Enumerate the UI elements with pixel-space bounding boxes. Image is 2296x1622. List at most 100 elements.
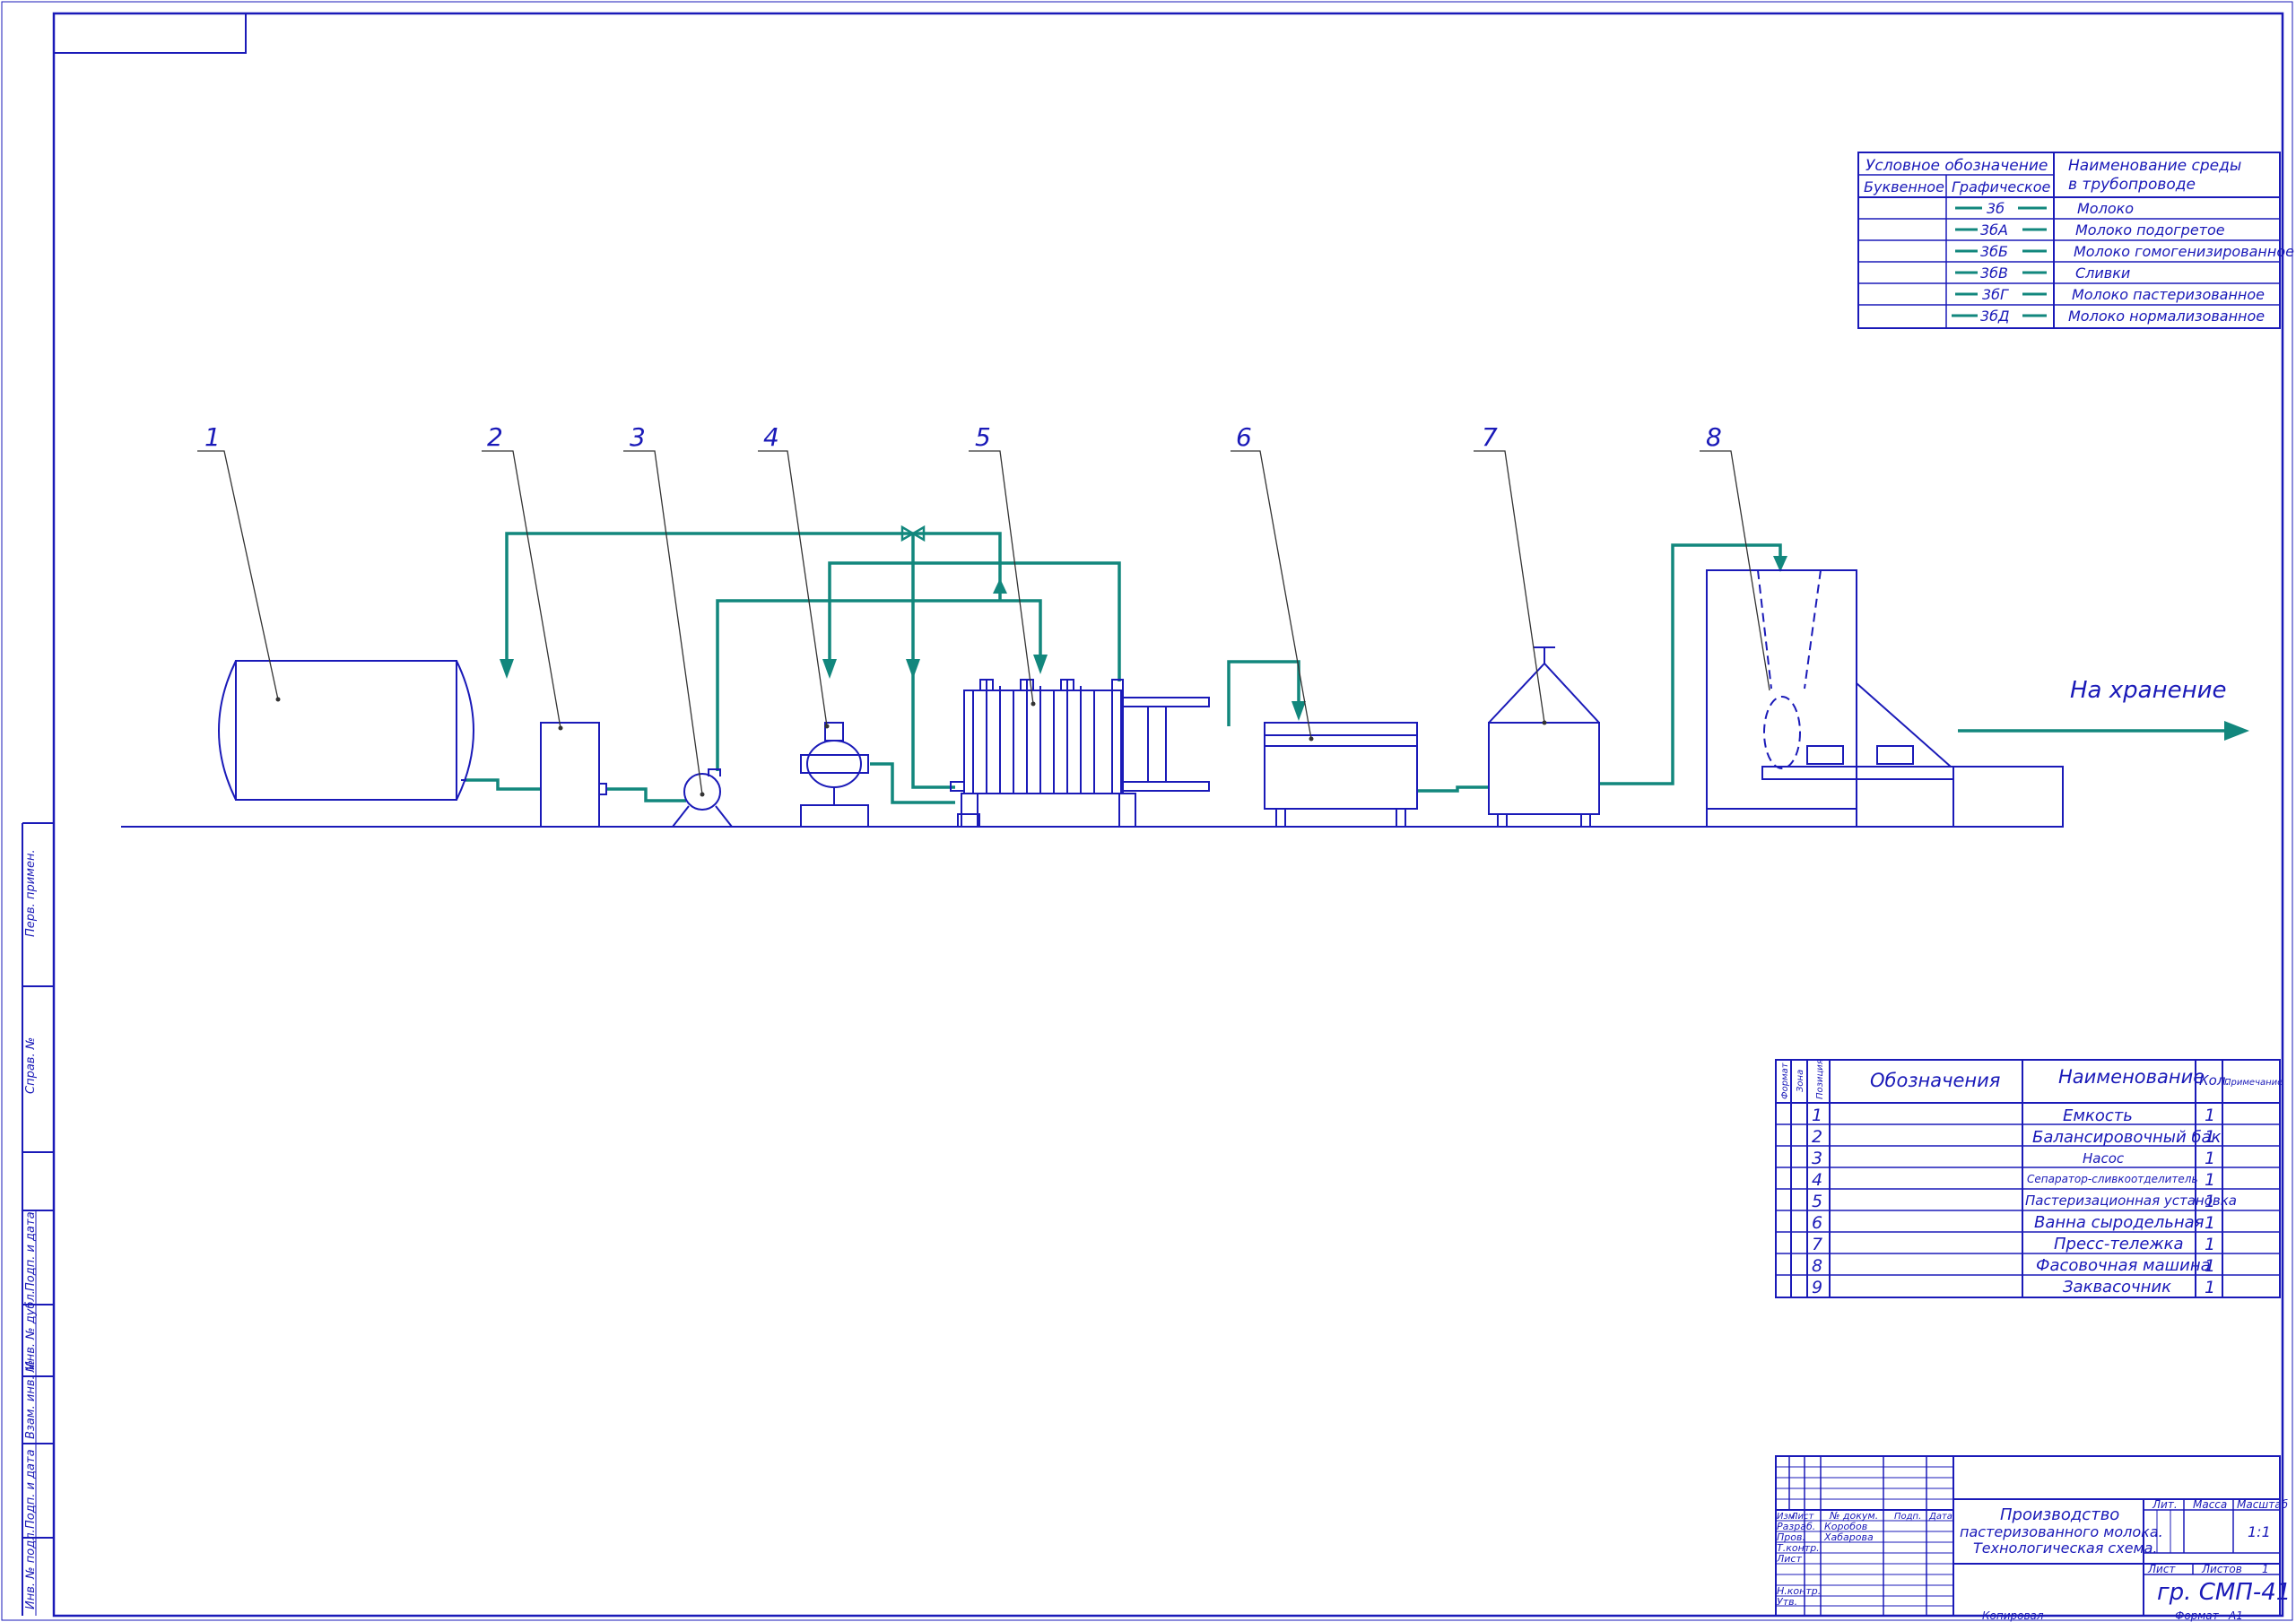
legend-code: 3бА [1980, 221, 2008, 239]
legend-row: 3бА Молоко подогретое [1955, 221, 2225, 239]
spec-header-designation: Обозначения [1870, 1070, 2000, 1091]
stamp-mass-label: Масса [2193, 1498, 2227, 1511]
spec-row: 6 Ванна сыродельная 1 [1812, 1213, 2215, 1233]
spec-pos: 6 [1812, 1213, 1822, 1233]
position-numbers: 1 2 3 4 5 6 7 8 [204, 422, 1722, 452]
spec-row: 3 Насос 1 [1812, 1149, 2215, 1168]
stamp-prov-name: Хабарова [1823, 1531, 1874, 1543]
plate-pasteurizer-equipment [950, 679, 1210, 828]
pipe-legend-table: Условное обозначение Буквенное Графическ… [1857, 152, 2294, 329]
spec-header-name: Наименование [2058, 1066, 2205, 1088]
legend-row: 3бД Молоко нормализованное [1952, 308, 2265, 325]
stamp-format-value: А1 [2228, 1609, 2243, 1622]
stamp-list-label: Лист [1776, 1553, 1802, 1565]
side-stamp-label: Инв. № подл. [24, 1529, 38, 1609]
drawing-frame: Перв. примен. Справ. № Подп. и дата Инв.… [1, 1, 2293, 1621]
legend-header-graphic: Графическое [1952, 178, 2051, 195]
spec-pos: 8 [1812, 1256, 1822, 1276]
side-stamp-label: Подп. и дата [24, 1211, 38, 1291]
legend-row: 3б Молоко [1955, 200, 2134, 217]
stamp-lit-label: Лит. [2152, 1498, 2178, 1511]
spec-header-format: Формат [1780, 1062, 1790, 1099]
stamp-sheet-label: Лист [2147, 1563, 2176, 1575]
stamp-sheets-value: 1 [2262, 1563, 2269, 1575]
side-stamp-label: Инв. № дубл. [24, 1290, 38, 1370]
to-storage-label: На хранение [2070, 677, 2226, 704]
cheese-vat-equipment [1264, 722, 1418, 827]
stamp-title-line: Производство [2000, 1505, 2119, 1524]
position-number: 3 [630, 422, 646, 452]
legend-row: 3бБ Молоко гомогенизированное [1955, 243, 2294, 260]
spec-qty: 1 [2205, 1278, 2215, 1297]
legend-medium: Молоко гомогенизированное [2074, 243, 2294, 260]
spec-row: 2 Балансировочный бак 1 [1812, 1127, 2222, 1147]
spec-qty: 1 [2205, 1235, 2215, 1254]
separator-equipment [800, 722, 869, 828]
pump-equipment [672, 768, 733, 828]
spec-row: 7 Пресс-тележка 1 [1812, 1235, 2215, 1254]
legend-row: 3бВ Сливки [1955, 265, 2130, 282]
flow-arrows [500, 556, 2249, 741]
side-stamp: Перв. примен. Справ. № Подп. и дата Инв.… [22, 822, 54, 1616]
position-number: 1 [204, 422, 221, 452]
spec-name: Заквасочник [2063, 1278, 2171, 1297]
legend-code: 3бД [1980, 308, 2010, 325]
legend-medium: Молоко подогретое [2075, 221, 2225, 239]
press-cart-equipment [1488, 646, 1600, 827]
technological-scheme-drawing: Перв. примен. Справ. № Подп. и дата Инв.… [1, 1, 2294, 1622]
stamp-utv-label: Утв. [1777, 1596, 1797, 1608]
position-number: 7 [1482, 422, 1498, 452]
spec-pos: 9 [1812, 1278, 1822, 1297]
legend-row: 3бГ Молоко пастеризованное [1955, 286, 2265, 303]
spec-name: Ванна сыродельная [2034, 1213, 2205, 1232]
legend-code: 3бБ [1980, 243, 2008, 260]
stamp-title-line: пастеризованного молока. [1960, 1523, 2163, 1540]
filling-machine-equipment [1706, 569, 2064, 828]
side-stamp-label: Подп. и дата [24, 1449, 38, 1529]
balance-tank-equipment [540, 722, 607, 828]
position-leaders [197, 450, 1770, 797]
spec-qty: 1 [2205, 1106, 2215, 1125]
spec-row: 9 Заквасочник 1 [1812, 1278, 2215, 1297]
side-stamp-label: Справ. № [24, 1037, 38, 1094]
legend-code: 3бГ [1982, 286, 2009, 303]
spec-qty: 1 [2205, 1192, 2215, 1211]
stamp-col-date: Дата [1928, 1512, 1952, 1522]
stamp-title-line: Технологическая схема. [1973, 1540, 2158, 1557]
spec-name: Фасовочная машина [2036, 1256, 2211, 1275]
tank-equipment [218, 660, 474, 801]
legend-medium: Молоко пастеризованное [2072, 286, 2265, 303]
stamp-format-label: Формат [2175, 1609, 2220, 1622]
legend-header-medium: Наименование среды [2068, 157, 2241, 175]
legend-medium: Молоко нормализованное [2068, 308, 2265, 325]
spec-qty: 1 [2205, 1256, 2215, 1276]
position-number: 2 [487, 422, 503, 452]
legend-medium: Сливки [2075, 265, 2130, 282]
position-number: 8 [1706, 422, 1722, 452]
side-stamp-label: Взам. инв. № [24, 1360, 38, 1439]
position-number: 6 [1236, 422, 1252, 452]
spec-pos: 4 [1812, 1170, 1822, 1190]
spec-qty: 1 [2205, 1213, 2215, 1233]
spec-pos: 7 [1812, 1235, 1822, 1254]
spec-row: 1 Емкость 1 [1812, 1106, 2215, 1125]
legend-code: 3б [1987, 200, 2005, 217]
legend-header-letter: Буквенное [1864, 178, 1944, 195]
title-block: Изм. Лист № докум. Подп. Дата Разраб. Ко… [1775, 1455, 2291, 1622]
pipelines [465, 525, 2233, 804]
legend-header-symbol: Условное обозначение [1866, 157, 2048, 175]
stamp-scale-label: Масштаб [2237, 1498, 2289, 1511]
spec-name: Насос [2083, 1150, 2125, 1167]
spec-pos: 3 [1812, 1149, 1822, 1168]
stamp-scale-value: 1:1 [2248, 1523, 2271, 1540]
spec-qty: 1 [2205, 1170, 2215, 1190]
stamp-sheets-label: Листов [2201, 1563, 2242, 1575]
spec-header-note: Примечание [2224, 1078, 2283, 1088]
side-stamp-label: Перв. примен. [24, 849, 38, 937]
spec-qty: 1 [2205, 1149, 2215, 1168]
spec-name: Балансировочный бак [2032, 1128, 2222, 1147]
spec-name: Сепаратор-сливкоотделитель [2027, 1173, 2198, 1185]
spec-pos: 2 [1812, 1127, 1822, 1147]
position-number: 5 [975, 422, 991, 452]
spec-header-zone: Зона [1796, 1070, 1805, 1092]
